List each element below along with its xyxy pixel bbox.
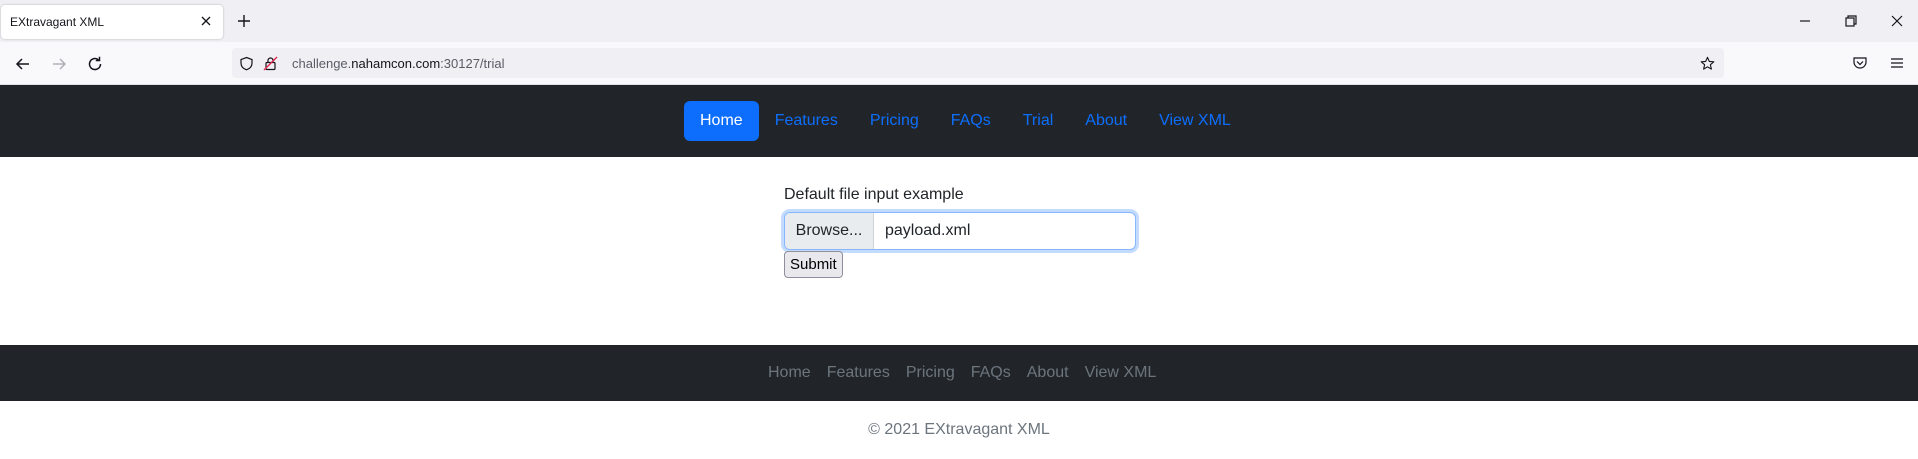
close-window-icon[interactable] xyxy=(1889,13,1905,29)
nav-faqs[interactable]: FAQs xyxy=(935,101,1007,141)
footer-links: Home Features Pricing FAQs About View XM… xyxy=(760,345,1164,401)
browser-tab[interactable]: EXtravagant XML xyxy=(1,5,223,39)
nav-features[interactable]: Features xyxy=(759,101,854,141)
file-input[interactable]: Browse... payload.xml xyxy=(784,212,1136,250)
site-footer: Home Features Pricing FAQs About View XM… xyxy=(0,345,1918,401)
copyright-text: © 2021 EXtravagant XML xyxy=(868,421,1050,438)
back-icon[interactable] xyxy=(14,55,32,73)
nav-home[interactable]: Home xyxy=(684,101,759,141)
nav-links: Home Features Pricing FAQs Trial About V… xyxy=(684,101,1247,141)
footer-link-pricing[interactable]: Pricing xyxy=(898,364,963,382)
nav-trial[interactable]: Trial xyxy=(1007,101,1070,141)
upload-form: Default file input example Browse... pay… xyxy=(784,185,1136,278)
url-text: challenge.nahamcon.com:30127/trial xyxy=(292,56,505,71)
url-host: nahamcon.com xyxy=(351,56,441,71)
minimize-icon[interactable] xyxy=(1797,13,1813,29)
url-bar[interactable]: challenge.nahamcon.com:30127/trial xyxy=(232,48,1724,78)
insecure-lock-icon[interactable] xyxy=(263,56,278,71)
tab-title: EXtravagant XML xyxy=(10,15,105,29)
url-prefix: challenge. xyxy=(292,56,352,71)
selected-file-name: payload.xml xyxy=(885,222,971,239)
new-tab-icon[interactable] xyxy=(236,13,252,29)
footer-link-view-xml[interactable]: View XML xyxy=(1077,364,1165,382)
browse-button[interactable]: Browse... xyxy=(785,213,874,249)
close-tab-icon[interactable] xyxy=(199,14,213,28)
submit-button[interactable]: Submit xyxy=(784,251,843,278)
url-suffix: :30127/trial xyxy=(440,56,505,71)
footer-link-faqs[interactable]: FAQs xyxy=(963,364,1019,382)
shield-icon[interactable] xyxy=(239,56,254,71)
nav-view-xml[interactable]: View XML xyxy=(1143,101,1247,141)
pocket-icon[interactable] xyxy=(1852,55,1868,71)
browser-tabbar: EXtravagant XML xyxy=(0,0,1918,42)
nav-pricing[interactable]: Pricing xyxy=(854,101,935,141)
nav-about[interactable]: About xyxy=(1069,101,1143,141)
forward-icon[interactable] xyxy=(50,55,68,73)
browser-toolbar: challenge.nahamcon.com:30127/trial xyxy=(0,42,1918,85)
footer-link-about[interactable]: About xyxy=(1019,364,1077,382)
footer-link-features[interactable]: Features xyxy=(819,364,898,382)
site-navbar: Home Features Pricing FAQs Trial About V… xyxy=(0,85,1918,157)
footer-link-home[interactable]: Home xyxy=(760,364,819,382)
bookmark-star-icon[interactable] xyxy=(1700,56,1715,71)
reload-icon[interactable] xyxy=(86,55,104,73)
file-input-label: Default file input example xyxy=(784,186,964,203)
restore-icon[interactable] xyxy=(1843,13,1859,29)
menu-icon[interactable] xyxy=(1889,55,1905,71)
